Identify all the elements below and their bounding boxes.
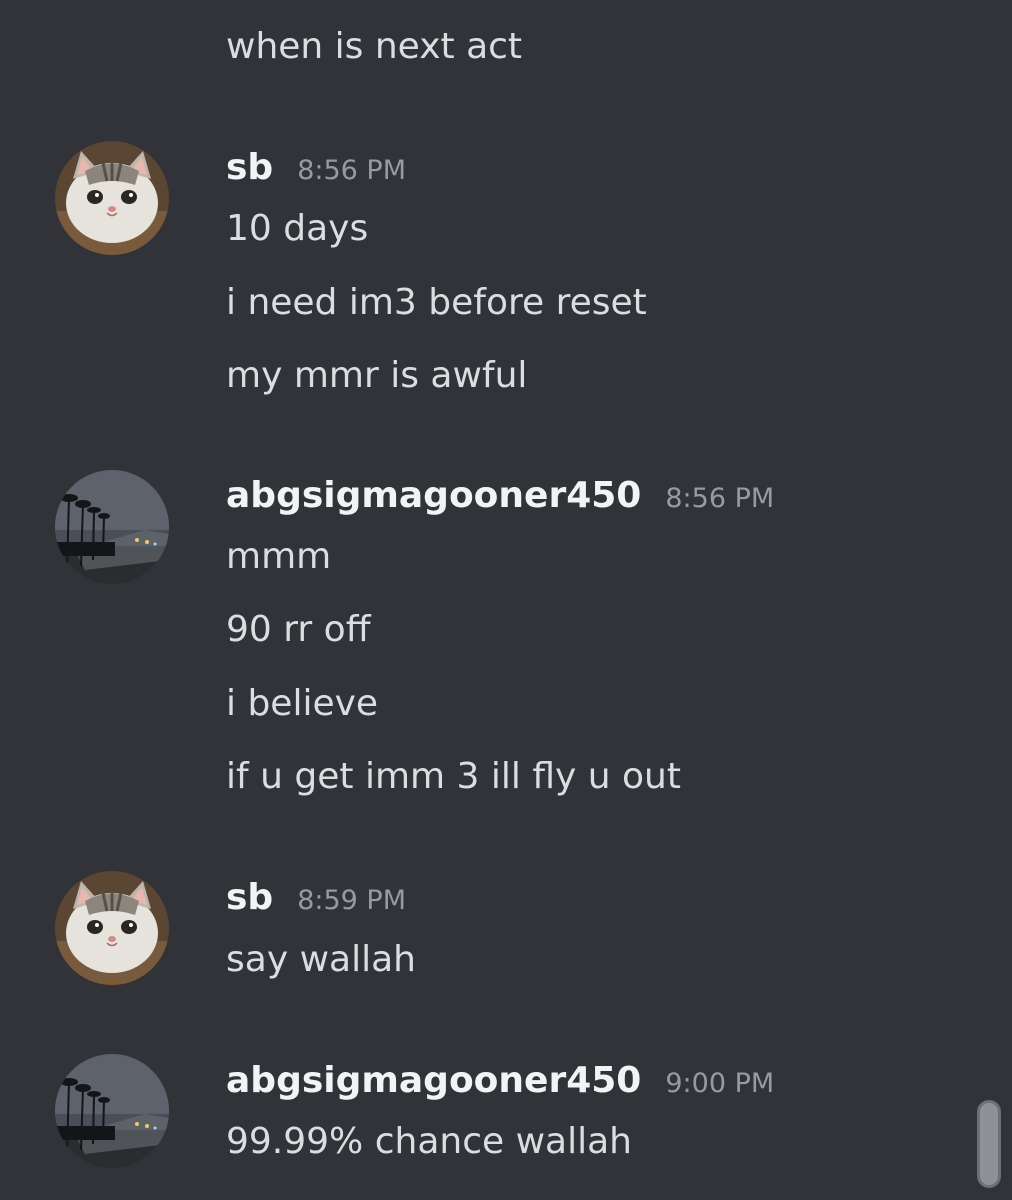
timestamp: 8:59 PM <box>297 885 406 916</box>
username[interactable]: sb <box>226 876 273 920</box>
message-text: my mmr is awful <box>226 355 528 396</box>
scrollbar-thumb[interactable] <box>977 1100 1001 1188</box>
cat-avatar-icon <box>55 871 169 985</box>
message-text: i need im3 before reset <box>226 282 647 323</box>
cat-avatar-icon <box>55 141 169 255</box>
message-header: sb 8:56 PM <box>226 146 406 193</box>
message-text: when is next act <box>226 26 523 67</box>
timestamp: 9:00 PM <box>665 1068 775 1099</box>
avatar[interactable] <box>55 141 169 255</box>
message-text: say wallah <box>226 939 416 980</box>
message-text: mmm <box>226 536 332 577</box>
message-text: 99.99% chance wallah <box>226 1121 632 1162</box>
message-text: 90 rr off <box>226 609 371 650</box>
night-palms-avatar-icon <box>55 1054 169 1168</box>
chat-messages[interactable]: when is next act sb 8:56 PM 10 days i ne… <box>0 0 1012 1200</box>
avatar[interactable] <box>55 871 169 985</box>
message-header: abgsigmagooner450 9:00 PM <box>226 1059 774 1106</box>
message-text: i believe <box>226 683 379 724</box>
username[interactable]: abgsigmagooner450 <box>226 1059 641 1103</box>
message-header: sb 8:59 PM <box>226 876 406 923</box>
timestamp: 8:56 PM <box>297 155 406 186</box>
night-palms-avatar-icon <box>55 470 169 584</box>
timestamp: 8:56 PM <box>665 483 775 514</box>
username[interactable]: sb <box>226 146 273 190</box>
message-text: 10 days <box>226 208 369 249</box>
avatar[interactable] <box>55 470 169 584</box>
message-header: abgsigmagooner450 8:56 PM <box>226 474 774 521</box>
message-text: if u get imm 3 ill fly u out <box>226 756 681 797</box>
username[interactable]: abgsigmagooner450 <box>226 474 641 518</box>
avatar[interactable] <box>55 1054 169 1168</box>
